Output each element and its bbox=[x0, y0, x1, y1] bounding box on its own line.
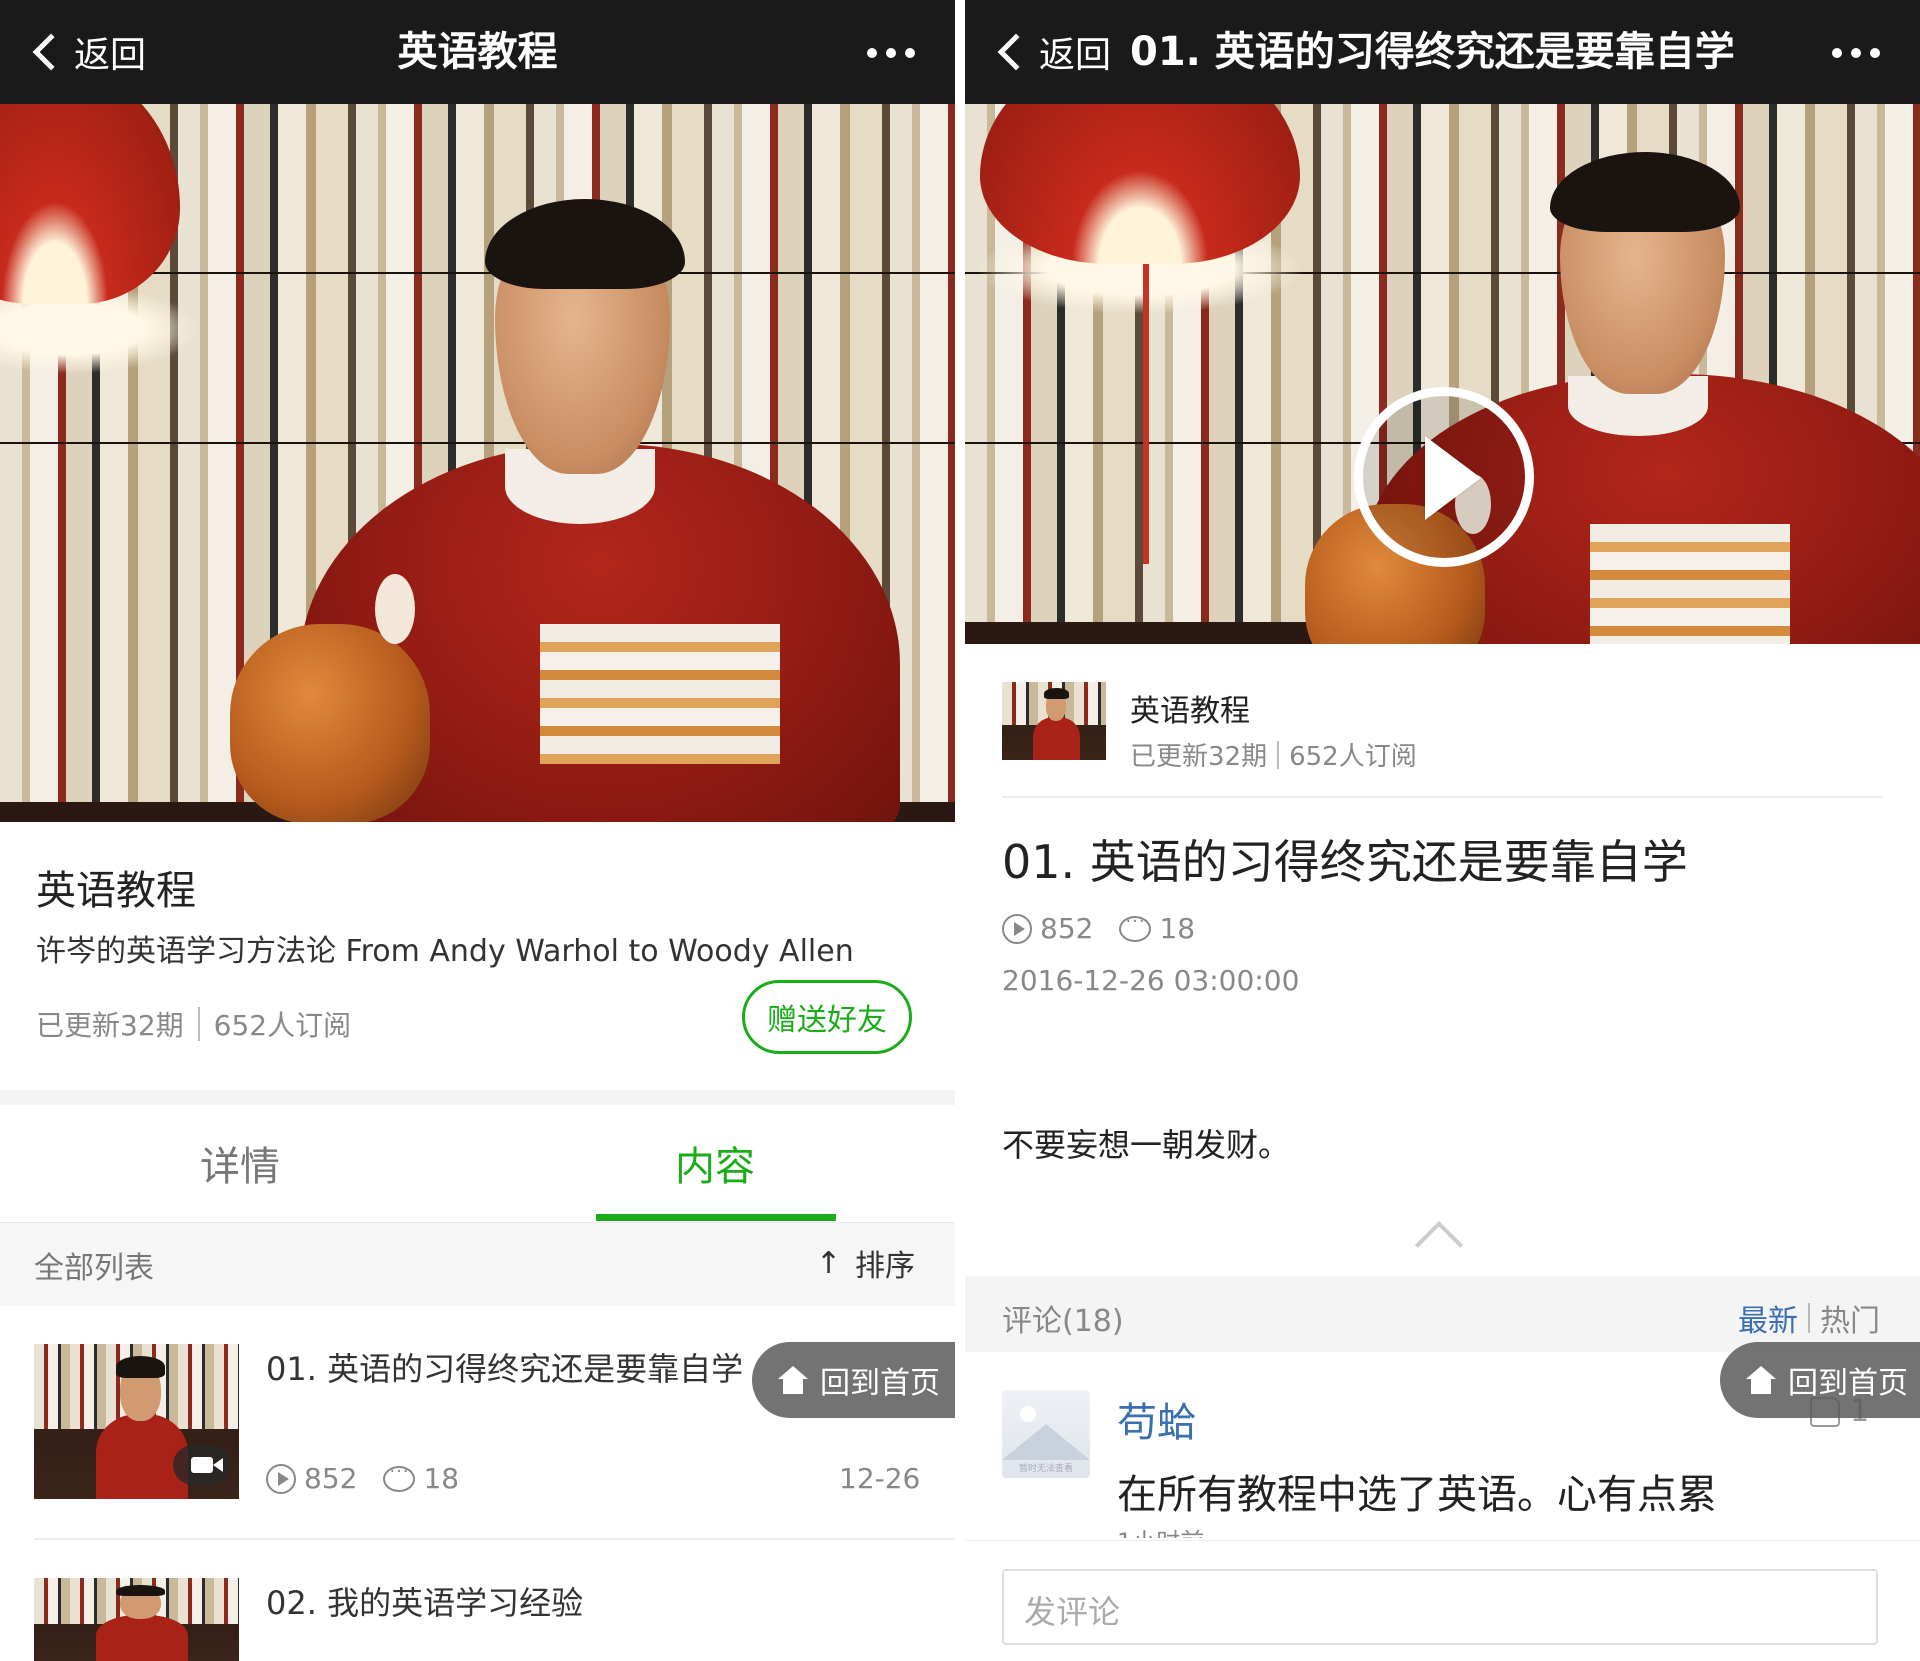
sort-latest[interactable]: 最新 bbox=[1738, 1296, 1798, 1340]
back-button[interactable]: 返回 bbox=[991, 0, 1111, 104]
episode-title: 01. 英语的习得终究还是要靠自学 bbox=[1002, 835, 1688, 889]
comment-icon bbox=[383, 1461, 416, 1492]
divider bbox=[1277, 740, 1280, 769]
play-count: 852 bbox=[304, 1462, 358, 1495]
active-tab-indicator bbox=[596, 1214, 836, 1221]
video-player[interactable] bbox=[965, 104, 1920, 644]
episode-date: 12-26 bbox=[839, 1462, 921, 1495]
play-button[interactable] bbox=[1354, 387, 1534, 567]
play-icon bbox=[1002, 913, 1032, 944]
episode-page: 返回 01. 英语的习得终究还是要靠自学 英语教程 已更新32期 652人订阅 … bbox=[965, 0, 1920, 1661]
home-button-label: 回到首页 bbox=[1788, 1366, 1908, 1401]
divider bbox=[197, 1007, 200, 1041]
screen-divider bbox=[955, 0, 965, 1661]
tab-details[interactable]: 详情 bbox=[0, 1105, 480, 1221]
comment-time: 1小时前 bbox=[1117, 1522, 1204, 1538]
comments-header: 评论(18) 最新 热门 bbox=[965, 1276, 1920, 1352]
play-icon bbox=[266, 1463, 296, 1494]
section-gap bbox=[0, 1090, 955, 1105]
chevron-left-icon bbox=[997, 33, 1035, 71]
list-header: 全部列表 ↑ 排序 bbox=[0, 1222, 955, 1306]
nav-bar: 返回 01. 英语的习得终究还是要靠自学 bbox=[965, 0, 1920, 104]
comment-count: 18 bbox=[423, 1462, 460, 1495]
comment-user[interactable]: 苟蛤 bbox=[1117, 1390, 1197, 1448]
course-title: 英语教程 bbox=[36, 868, 196, 914]
tab-content[interactable]: 内容 bbox=[475, 1105, 955, 1221]
course-name[interactable]: 英语教程 bbox=[1130, 686, 1250, 730]
home-icon bbox=[778, 1366, 808, 1394]
comment-count: 18 bbox=[1159, 912, 1196, 945]
episode-title: 01. 英语的习得终究还是要靠自学 bbox=[266, 1350, 744, 1388]
course-thumbnail[interactable] bbox=[1002, 682, 1106, 760]
episode-thumbnail bbox=[34, 1344, 239, 1499]
episode-datetime: 2016-12-26 03:00:00 bbox=[1002, 964, 1300, 997]
more-icon[interactable] bbox=[867, 48, 915, 58]
episode-stats: 852 18 bbox=[266, 1461, 460, 1495]
sort-button[interactable]: ↑ 排序 bbox=[816, 1241, 915, 1285]
course-page: 返回 英语教程 英语教程 许岑的英语学习方法论 From Andy Warhol… bbox=[0, 0, 955, 1661]
comment-bar: 发评论 bbox=[965, 1540, 1920, 1661]
avatar[interactable]: 暂时无法查看 bbox=[1002, 1390, 1090, 1478]
list-item[interactable]: 01. 英语的习得终究还是要靠自学 852 18 12-26 bbox=[0, 1306, 955, 1538]
avatar-placeholder-caption: 暂时无法查看 bbox=[1018, 1464, 1073, 1474]
sort-hot[interactable]: 热门 bbox=[1820, 1296, 1880, 1340]
comments-sort: 最新 热门 bbox=[1738, 1296, 1880, 1340]
episode-title: 02. 我的英语学习经验 bbox=[266, 1584, 584, 1622]
updated-count: 已更新32期 bbox=[1130, 742, 1268, 772]
play-count: 852 bbox=[1040, 912, 1094, 945]
list-item[interactable]: 02. 我的英语学习经验 bbox=[0, 1540, 955, 1661]
more-icon[interactable] bbox=[1832, 48, 1880, 58]
course-cover-image bbox=[0, 104, 955, 822]
arrow-up-icon: ↑ bbox=[815, 1245, 841, 1281]
comment-text: 在所有教程中选了英语。心有点累 bbox=[1117, 1472, 1717, 1518]
home-button[interactable]: 回到首页 bbox=[1720, 1342, 1920, 1418]
sort-label: 排序 bbox=[855, 1249, 915, 1284]
gift-button[interactable]: 赠送好友 bbox=[742, 980, 912, 1054]
back-label: 返回 bbox=[1039, 35, 1112, 76]
home-icon bbox=[1746, 1366, 1776, 1394]
course-meta: 已更新32期 652人订阅 bbox=[36, 1004, 351, 1044]
course-subtitle: 许岑的英语学习方法论 From Andy Warhol to Woody All… bbox=[36, 934, 854, 969]
comments-count-label: 评论(18) bbox=[1002, 1304, 1124, 1339]
episode-body: 不要妄想一朝发财。 bbox=[1002, 1126, 1291, 1164]
page-title: 英语教程 bbox=[397, 29, 558, 75]
episode-thumbnail bbox=[34, 1578, 239, 1661]
home-button-label: 回到首页 bbox=[820, 1366, 940, 1401]
video-icon bbox=[173, 1445, 231, 1485]
chevron-up-icon[interactable] bbox=[1414, 1220, 1464, 1270]
divider bbox=[1808, 1303, 1810, 1333]
home-button[interactable]: 回到首页 bbox=[752, 1342, 955, 1418]
divider bbox=[1002, 796, 1883, 798]
subscriber-count: 652人订阅 bbox=[213, 1009, 352, 1042]
nav-bar: 返回 英语教程 bbox=[0, 0, 955, 104]
episode-stats: 852 18 bbox=[1002, 911, 1196, 945]
comment-input[interactable]: 发评论 bbox=[1002, 1569, 1878, 1645]
list-header-label: 全部列表 bbox=[34, 1251, 154, 1286]
course-meta: 已更新32期 652人订阅 bbox=[1130, 736, 1417, 773]
updated-count: 已更新32期 bbox=[36, 1009, 184, 1042]
comment-icon bbox=[1119, 911, 1152, 942]
subscriber-count: 652人订阅 bbox=[1289, 742, 1417, 772]
page-title: 01. 英语的习得终究还是要靠自学 bbox=[1130, 29, 1735, 75]
